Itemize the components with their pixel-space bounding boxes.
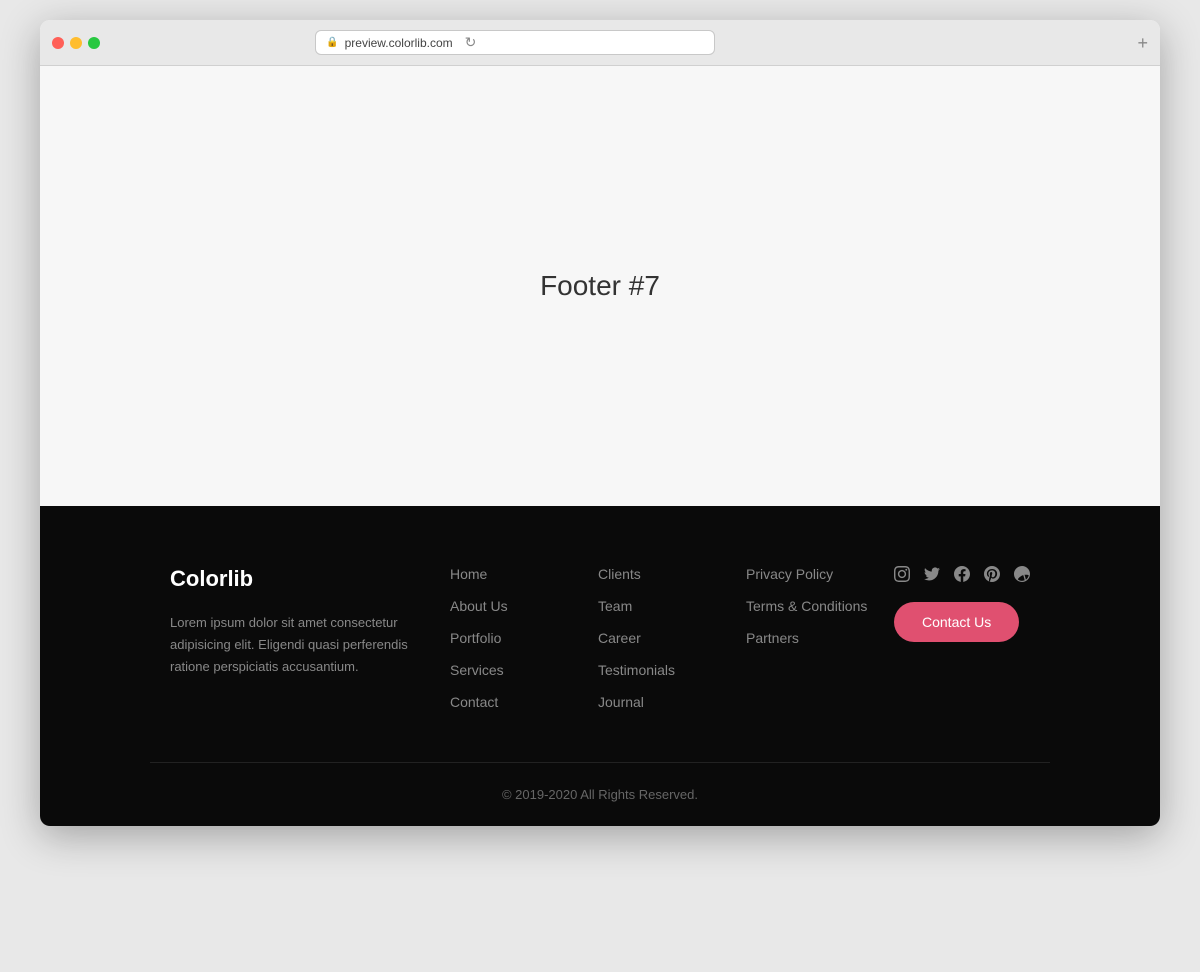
list-item: Portfolio (450, 630, 578, 648)
list-item: About Us (450, 598, 578, 616)
footer-link-home[interactable]: Home (450, 566, 487, 582)
footer-link-journal[interactable]: Journal (598, 694, 644, 710)
footer-link-portfolio[interactable]: Portfolio (450, 630, 501, 646)
footer: Colorlib Lorem ipsum dolor sit amet cons… (40, 506, 1160, 826)
footer-links-col1: Home About Us Portfolio Services Contact (450, 566, 578, 712)
lock-icon: 🔒 (326, 37, 338, 48)
copyright-text: © 2019-2020 All Rights Reserved. (60, 787, 1140, 802)
footer-link-team[interactable]: Team (598, 598, 632, 614)
twitter-icon[interactable] (924, 566, 940, 582)
footer-brand-col: Colorlib Lorem ipsum dolor sit amet cons… (170, 566, 430, 712)
maximize-button[interactable] (88, 37, 100, 49)
footer-bottom: © 2019-2020 All Rights Reserved. (40, 763, 1160, 826)
brand-description: Lorem ipsum dolor sit amet consectetur a… (170, 612, 430, 678)
url-text: preview.colorlib.com (345, 36, 453, 50)
footer-link-about[interactable]: About Us (450, 598, 508, 614)
list-item: Career (598, 630, 726, 648)
facebook-icon[interactable] (954, 566, 970, 582)
list-item: Home (450, 566, 578, 584)
footer-links-col2: Clients Team Career Testimonials Journal (598, 566, 726, 712)
page-content-area: Footer #7 (40, 66, 1160, 506)
reload-button[interactable]: ↻ (465, 34, 477, 51)
footer-link-partners[interactable]: Partners (746, 630, 799, 646)
browser-window: 🔒 preview.colorlib.com ↻ + Footer #7 Col… (40, 20, 1160, 826)
traffic-lights (52, 37, 100, 49)
list-item: Journal (598, 694, 726, 712)
address-bar[interactable]: 🔒 preview.colorlib.com ↻ (315, 30, 715, 55)
page-title: Footer #7 (540, 270, 660, 302)
browser-chrome: 🔒 preview.colorlib.com ↻ + (40, 20, 1160, 66)
footer-link-terms[interactable]: Terms & Conditions (746, 598, 867, 614)
list-item: Privacy Policy (746, 566, 874, 584)
minimize-button[interactable] (70, 37, 82, 49)
footer-link-privacy[interactable]: Privacy Policy (746, 566, 833, 582)
footer-link-career[interactable]: Career (598, 630, 641, 646)
footer-col-1: Home About Us Portfolio Services Contact (450, 566, 578, 712)
dribbble-icon[interactable] (1014, 566, 1030, 582)
brand-name: Colorlib (170, 566, 430, 592)
new-tab-button[interactable]: + (1137, 34, 1148, 52)
list-item: Testimonials (598, 662, 726, 680)
instagram-icon[interactable] (894, 566, 910, 582)
social-icons (894, 566, 1030, 582)
list-item: Team (598, 598, 726, 616)
footer-link-contact[interactable]: Contact (450, 694, 498, 710)
list-item: Partners (746, 630, 874, 648)
footer-link-services[interactable]: Services (450, 662, 504, 678)
footer-link-clients[interactable]: Clients (598, 566, 641, 582)
list-item: Clients (598, 566, 726, 584)
footer-col-4: Contact Us (894, 566, 1030, 712)
footer-links-col3: Privacy Policy Terms & Conditions Partne… (746, 566, 874, 648)
pinterest-icon[interactable] (984, 566, 1000, 582)
list-item: Terms & Conditions (746, 598, 874, 616)
footer-col-3: Privacy Policy Terms & Conditions Partne… (746, 566, 874, 712)
contact-us-button[interactable]: Contact Us (894, 602, 1019, 642)
footer-col-2: Clients Team Career Testimonials Journal (598, 566, 726, 712)
footer-link-testimonials[interactable]: Testimonials (598, 662, 675, 678)
list-item: Services (450, 662, 578, 680)
list-item: Contact (450, 694, 578, 712)
close-button[interactable] (52, 37, 64, 49)
footer-main: Colorlib Lorem ipsum dolor sit amet cons… (150, 566, 1050, 762)
